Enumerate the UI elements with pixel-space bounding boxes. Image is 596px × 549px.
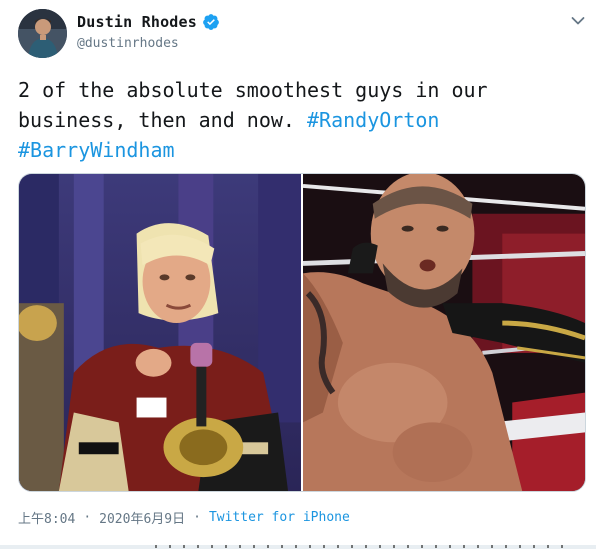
tweet-meta: 上午8:04 · 2020年6月9日 · Twitter for iPhone <box>18 508 350 527</box>
meta-separator: · <box>83 510 92 525</box>
tweet-text-line-2: business, then and now. #RandyOrton <box>18 105 588 135</box>
tweet-text-plain: business, then and now. <box>18 108 307 132</box>
author-name-row: Dustin Rhodes <box>77 13 220 31</box>
author-avatar[interactable] <box>18 9 67 58</box>
hashtag-randy-orton[interactable]: #RandyOrton <box>307 108 439 132</box>
bottom-scroll-marks <box>155 545 575 548</box>
tweet-text-line-3: #BarryWindham <box>18 135 588 165</box>
meta-separator-2: · <box>193 510 201 525</box>
media-grid <box>18 173 586 492</box>
author-display-name[interactable]: Dustin Rhodes <box>77 13 197 31</box>
tweet-date[interactable]: 2020年6月9日 <box>99 508 185 527</box>
tweet-text-line-1: 2 of the absolute smoothest guys in our <box>18 78 488 102</box>
avatar-image <box>18 9 67 58</box>
more-options-chevron-down-icon[interactable] <box>569 12 587 30</box>
verified-badge-icon <box>202 13 220 31</box>
photo-right-image <box>303 174 585 491</box>
tweet-source-link[interactable]: Twitter for iPhone <box>209 510 350 525</box>
photo-randy-orton[interactable] <box>303 174 585 491</box>
author-handle[interactable]: @dustinrhodes <box>77 36 179 51</box>
hashtag-barry-windham[interactable]: #BarryWindham <box>18 138 175 162</box>
tweet-text: 2 of the absolute smoothest guys in our … <box>18 75 588 165</box>
tweet-card: Dustin Rhodes @dustinrhodes 2 of the abs… <box>0 0 596 549</box>
tweet-time[interactable]: 上午8:04 <box>18 508 75 527</box>
photo-left-image <box>19 174 301 491</box>
photo-barry-windham[interactable] <box>19 174 301 491</box>
